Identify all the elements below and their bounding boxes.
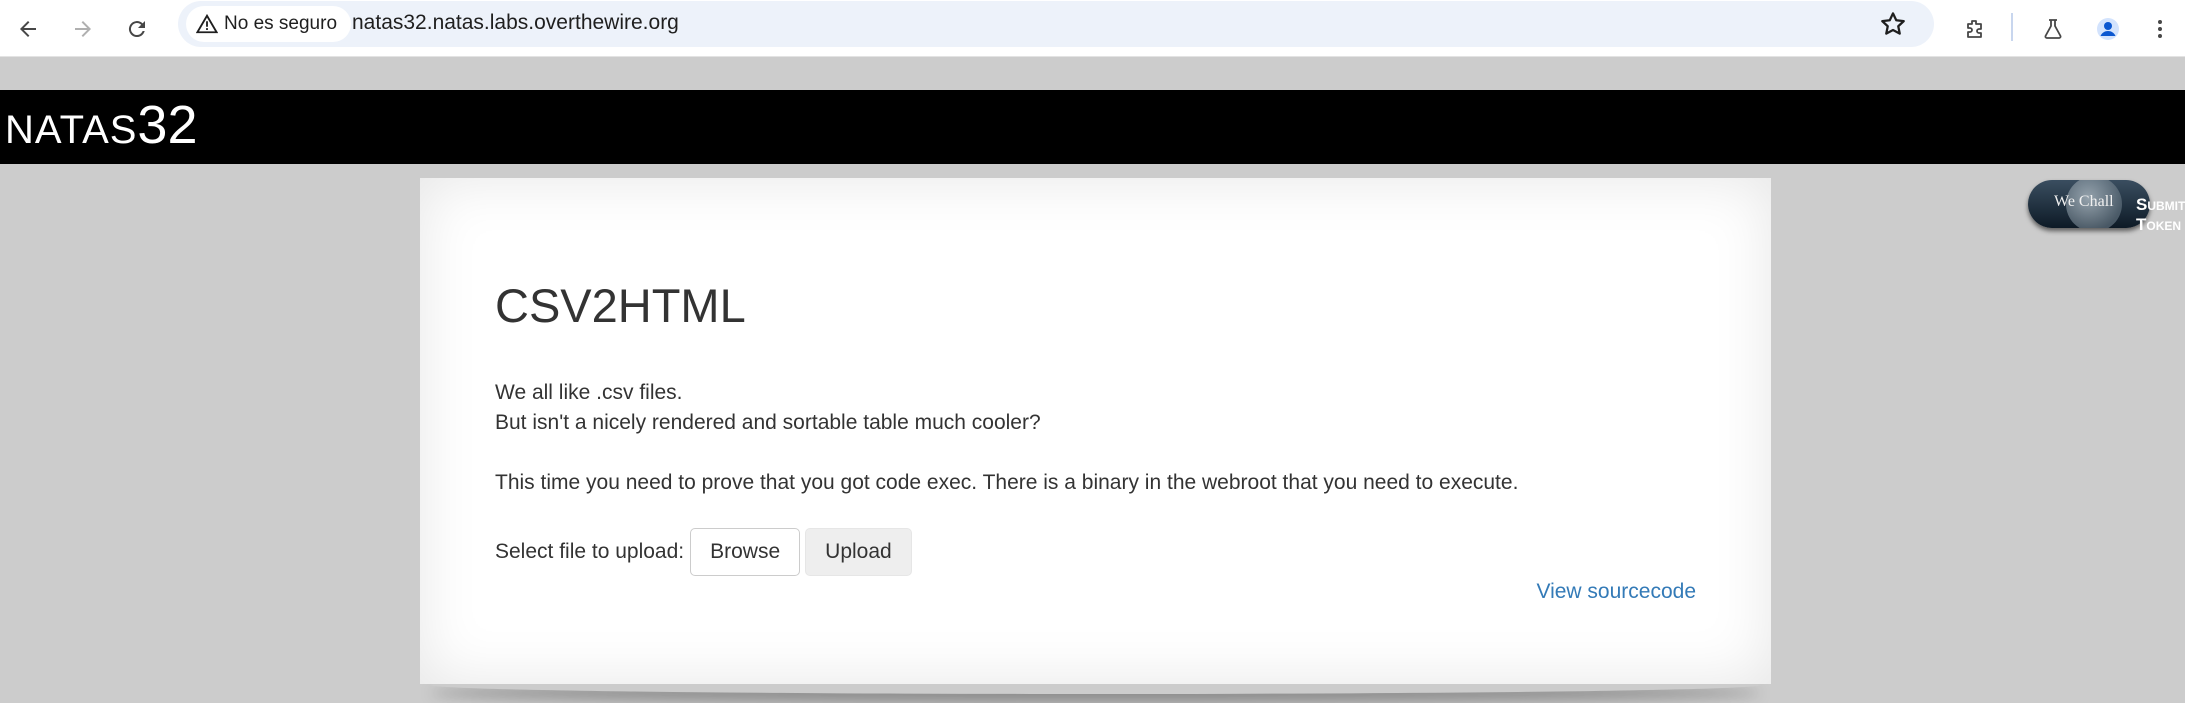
- submit-text: Submit: [2136, 195, 2185, 214]
- wechall-badge[interactable]: We Chall: [2028, 180, 2150, 228]
- intro-line-1: We all like .csv files.: [495, 381, 683, 404]
- forward-button[interactable]: [61, 7, 105, 51]
- browser-toolbar: No es seguro natas32.natas.labs.overthew…: [0, 0, 2185, 57]
- page-title: CSV2HTML: [495, 279, 746, 332]
- forward-icon: [75, 21, 91, 37]
- upload-form: Select file to upload: Browse Upload: [495, 528, 912, 576]
- back-icon: [20, 21, 36, 37]
- intro-line-2: But isn't a nicely rendered and sortable…: [495, 411, 1041, 434]
- upload-label: Select file to upload:: [495, 540, 685, 563]
- menu-icon: [2158, 20, 2162, 38]
- logo-text: NATAS: [5, 108, 138, 152]
- upload-button[interactable]: Upload: [805, 528, 912, 576]
- address-bar[interactable]: No es seguro natas32.natas.labs.overthew…: [178, 1, 1934, 47]
- wechall-badge-text: We Chall: [2054, 193, 2114, 210]
- url-text[interactable]: natas32.natas.labs.overthewire.org: [352, 11, 679, 35]
- security-chip-label: No es seguro: [224, 13, 338, 34]
- toolbar-divider: [2011, 13, 2013, 41]
- token-text: Token: [2136, 215, 2182, 234]
- reload-icon: [128, 21, 145, 38]
- extensions-button[interactable]: [1953, 7, 1997, 51]
- profile-icon: [2097, 18, 2119, 40]
- logo-number: 32: [137, 95, 198, 155]
- star-icon[interactable]: [1878, 9, 1908, 39]
- back-button[interactable]: [6, 7, 50, 51]
- natas-logo: NATAS32: [5, 98, 198, 152]
- extensions-icon: [1967, 20, 1982, 38]
- content-card: CSV2HTML We all like .csv files. But isn…: [420, 178, 1771, 684]
- submit-token-link[interactable]: Submit Token: [2136, 195, 2185, 235]
- security-chip[interactable]: No es seguro: [186, 6, 352, 42]
- warning-icon: [196, 13, 218, 34]
- profile-button[interactable]: [2086, 7, 2130, 51]
- page-header: NATAS32: [0, 90, 2185, 164]
- labs-button[interactable]: [2031, 7, 2075, 51]
- reload-button[interactable]: [115, 7, 159, 51]
- browse-button[interactable]: Browse: [690, 528, 801, 576]
- labs-flask-icon: [2044, 19, 2062, 39]
- instruction-text: This time you need to prove that you got…: [495, 471, 1519, 494]
- view-sourcecode-link[interactable]: View sourcecode: [1536, 580, 1696, 604]
- menu-button[interactable]: [2138, 7, 2182, 51]
